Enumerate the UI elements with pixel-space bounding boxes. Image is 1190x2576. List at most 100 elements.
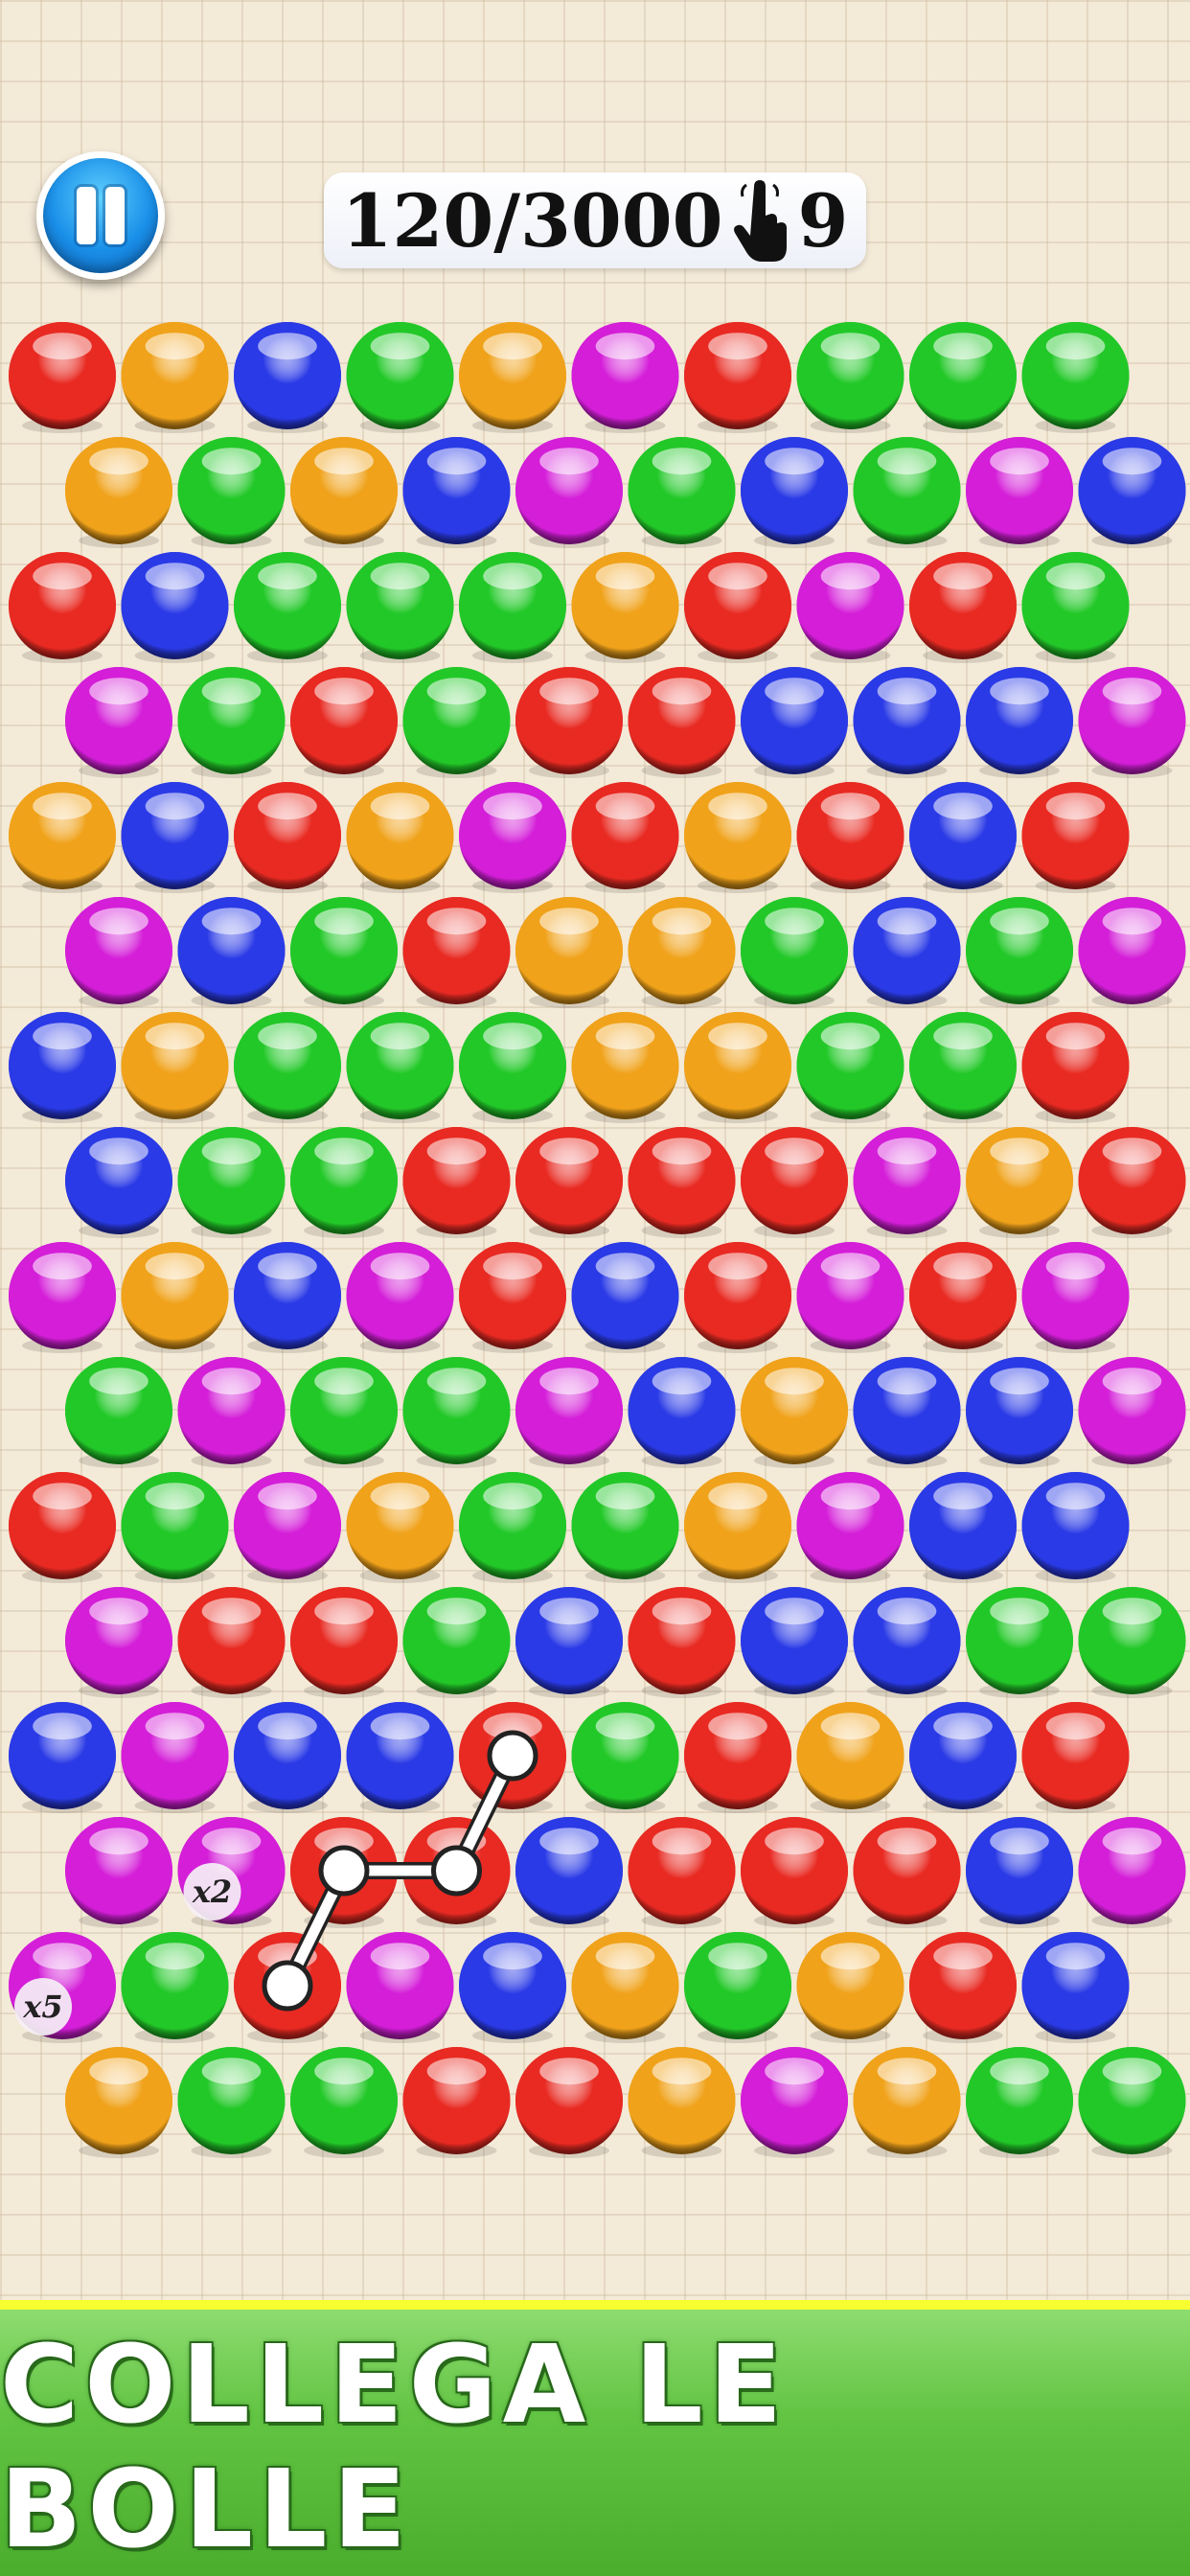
bubble-orange[interactable] — [571, 1012, 679, 1123]
bubble-red[interactable] — [234, 1932, 341, 2043]
bubble-red[interactable] — [9, 1472, 116, 1583]
bubble-red[interactable] — [628, 1817, 736, 1928]
bubble-blue[interactable] — [741, 437, 848, 548]
bubble-magenta[interactable] — [796, 1242, 904, 1353]
bubble-magenta[interactable] — [346, 1242, 454, 1353]
bubble-blue[interactable] — [909, 1702, 1017, 1813]
bubble-red[interactable] — [459, 1702, 566, 1813]
bubble-blue[interactable] — [853, 897, 961, 1008]
bubble-blue[interactable] — [9, 1702, 116, 1813]
bubble-red[interactable] — [571, 782, 679, 893]
bubble-blue[interactable] — [121, 552, 229, 663]
bubble-magenta[interactable] — [177, 1817, 286, 1928]
bubble-orange[interactable] — [853, 2047, 961, 2158]
bubble-magenta[interactable] — [515, 1357, 623, 1468]
bubble-green[interactable] — [628, 437, 736, 548]
bubble-green[interactable] — [346, 322, 454, 433]
bubble-green[interactable] — [65, 1357, 172, 1468]
bubble-green[interactable] — [909, 322, 1017, 433]
bubble-magenta[interactable] — [346, 1932, 454, 2043]
bubble-orange[interactable] — [346, 1472, 454, 1583]
bubble-magenta[interactable] — [796, 552, 904, 663]
bubble-red[interactable] — [402, 2047, 511, 2158]
bubble-red[interactable] — [9, 322, 116, 433]
bubble-green[interactable] — [966, 2047, 1073, 2158]
bubble-blue[interactable] — [9, 1012, 116, 1123]
bubble-green[interactable] — [290, 1127, 398, 1238]
bubble-red[interactable] — [402, 1127, 511, 1238]
bubble-green[interactable] — [796, 322, 904, 433]
bubble-orange[interactable] — [346, 782, 454, 893]
bubble-magenta[interactable] — [741, 2047, 848, 2158]
bubble-orange[interactable] — [65, 2047, 172, 2158]
bubble-magenta[interactable] — [966, 437, 1073, 548]
bubble-green[interactable] — [234, 552, 341, 663]
bubble-green[interactable] — [121, 1932, 229, 2043]
bubble-magenta[interactable] — [459, 782, 566, 893]
bubble-red[interactable] — [459, 1242, 566, 1353]
bubble-green[interactable] — [571, 1702, 679, 1813]
bubble-green[interactable] — [459, 1012, 566, 1123]
bubble-blue[interactable] — [515, 1817, 623, 1928]
bubble-green[interactable] — [966, 897, 1073, 1008]
bubble-red[interactable] — [741, 1817, 848, 1928]
bubble-blue[interactable] — [515, 1587, 623, 1698]
bubble-magenta[interactable] — [1078, 897, 1186, 1008]
bubble-magenta[interactable] — [571, 322, 679, 433]
bubble-red[interactable] — [684, 322, 791, 433]
bubble-green[interactable] — [571, 1472, 679, 1583]
bubble-red[interactable] — [741, 1127, 848, 1238]
bubble-orange[interactable] — [684, 782, 791, 893]
bubble-orange[interactable] — [121, 1242, 229, 1353]
bubble-green[interactable] — [1078, 2047, 1186, 2158]
bubble-blue[interactable] — [628, 1357, 736, 1468]
bubble-orange[interactable] — [966, 1127, 1073, 1238]
bubble-red[interactable] — [684, 552, 791, 663]
bubble-red[interactable] — [628, 667, 736, 778]
bubble-blue[interactable] — [234, 1242, 341, 1353]
bubble-magenta[interactable] — [515, 437, 623, 548]
bubble-red[interactable] — [796, 782, 904, 893]
bubble-red[interactable] — [1021, 1012, 1130, 1123]
bubble-red[interactable] — [684, 1242, 791, 1353]
bubble-green[interactable] — [459, 552, 566, 663]
bubble-red[interactable] — [684, 1702, 791, 1813]
bubble-blue[interactable] — [121, 782, 229, 893]
bubble-green[interactable] — [290, 2047, 398, 2158]
bubble-red[interactable] — [628, 1587, 736, 1698]
bubble-red[interactable] — [515, 667, 623, 778]
bubble-blue[interactable] — [1021, 1932, 1130, 2043]
bubble-orange[interactable] — [684, 1472, 791, 1583]
bubble-magenta[interactable] — [1078, 667, 1186, 778]
bubble-magenta[interactable] — [9, 1932, 116, 2043]
bubble-red[interactable] — [234, 782, 341, 893]
bubble-green[interactable] — [177, 2047, 286, 2158]
bubble-green[interactable] — [346, 552, 454, 663]
bubble-red[interactable] — [515, 1127, 623, 1238]
bubble-green[interactable] — [234, 1012, 341, 1123]
bubble-magenta[interactable] — [796, 1472, 904, 1583]
bubble-blue[interactable] — [909, 1472, 1017, 1583]
bubble-red[interactable] — [515, 2047, 623, 2158]
bubble-green[interactable] — [1021, 552, 1130, 663]
bubble-red[interactable] — [402, 897, 511, 1008]
bubble-orange[interactable] — [796, 1932, 904, 2043]
bubble-red[interactable] — [290, 1587, 398, 1698]
bubble-green[interactable] — [290, 897, 398, 1008]
bubble-magenta[interactable] — [65, 667, 172, 778]
bubble-magenta[interactable] — [234, 1472, 341, 1583]
bubble-blue[interactable] — [65, 1127, 172, 1238]
bubble-red[interactable] — [177, 1587, 286, 1698]
bubble-blue[interactable] — [1021, 1472, 1130, 1583]
bubble-orange[interactable] — [65, 437, 172, 548]
bubble-green[interactable] — [402, 1587, 511, 1698]
bubble-green[interactable] — [346, 1012, 454, 1123]
bubble-red[interactable] — [402, 1817, 511, 1928]
bubble-red[interactable] — [909, 1932, 1017, 2043]
bubble-orange[interactable] — [9, 782, 116, 893]
bubble-blue[interactable] — [966, 1817, 1073, 1928]
bubble-green[interactable] — [966, 1587, 1073, 1698]
bubble-blue[interactable] — [1078, 437, 1186, 548]
bubble-blue[interactable] — [853, 1357, 961, 1468]
bubble-red[interactable] — [9, 552, 116, 663]
